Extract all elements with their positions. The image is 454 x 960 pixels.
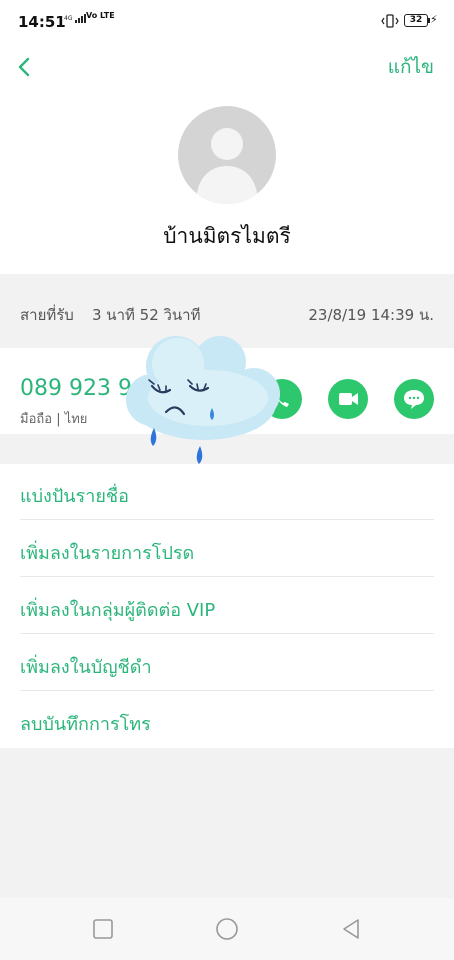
battery-icon: 32 (404, 14, 428, 27)
call-type: สายที่รับ (20, 306, 74, 324)
person-icon (196, 128, 258, 204)
video-icon (339, 393, 358, 405)
edit-button[interactable]: แก้ไข (388, 52, 434, 82)
avatar (178, 106, 276, 204)
menu-item-add-favorites[interactable]: เพิ่มลงในรายการโปรด (0, 521, 454, 577)
menu-item-label: เพิ่มลงในบัญชีดำ (20, 657, 152, 678)
sad-cloud-sticker (126, 336, 280, 464)
message-button[interactable] (394, 379, 434, 419)
navigation-bar (0, 898, 454, 960)
call-duration: 3 นาที 52 วินาที (92, 306, 201, 324)
action-menu: แบ่งปันรายชื่อ เพิ่มลงในรายการโปรด เพิ่ม… (0, 464, 454, 748)
status-bar: 14:51 4G Vo LTE 32 ⚡ (0, 0, 454, 44)
divider (20, 690, 434, 691)
menu-item-add-vip[interactable]: เพิ่มลงในกลุ่มผู้ติดต่อ VIP (0, 578, 454, 634)
contact-header: แก้ไข บ้านมิตรไมตรี (0, 44, 454, 274)
call-datetime: 23/8/19 14:39 น. (308, 306, 434, 324)
contact-name: บ้านมิตรไมตรี (163, 224, 291, 248)
video-call-button[interactable] (328, 379, 368, 419)
menu-item-label: เพิ่มลงในรายการโปรด (20, 543, 195, 564)
divider (20, 576, 434, 577)
message-icon (404, 390, 424, 409)
phone-meta: มือถือ | ไทย (20, 412, 88, 427)
divider (20, 633, 434, 634)
menu-item-label: ลบบันทึกการโทร (20, 714, 151, 735)
divider (20, 519, 434, 520)
network-label: 4G (64, 15, 73, 22)
vibrate-icon (381, 14, 399, 28)
charging-icon: ⚡ (430, 13, 438, 26)
menu-item-label: แบ่งปันรายชื่อ (20, 486, 129, 507)
signal-icon: 4G (64, 14, 87, 23)
lte-label: Vo LTE (86, 11, 115, 20)
menu-item-label: เพิ่มลงในกลุ่มผู้ติดต่อ VIP (20, 600, 216, 621)
back-button[interactable] (10, 52, 40, 82)
status-time: 14:51 (18, 13, 66, 31)
phone-number[interactable]: 089 923 9 (20, 376, 132, 401)
menu-item-add-blacklist[interactable]: เพิ่มลงในบัญชีดำ (0, 635, 454, 691)
menu-item-delete-call-log[interactable]: ลบบันทึกการโทร (0, 692, 454, 748)
recents-button[interactable] (91, 917, 115, 941)
back-nav-button[interactable] (339, 917, 363, 941)
home-button[interactable] (215, 917, 239, 941)
